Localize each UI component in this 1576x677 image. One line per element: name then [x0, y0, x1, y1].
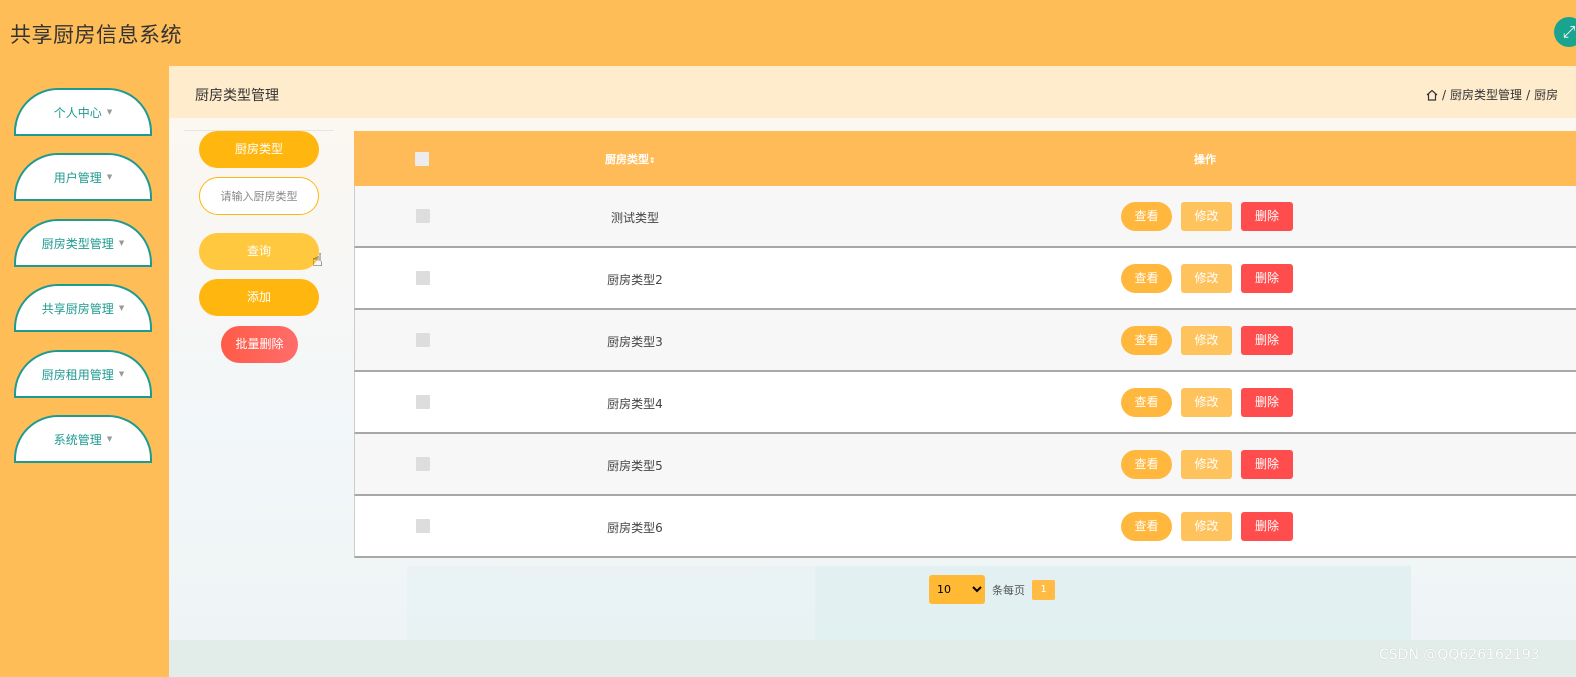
table-row: 厨房类型2 查看 修改 删除 [354, 248, 1576, 310]
column-header-kitchen-type[interactable]: 厨房类型⇕ [605, 151, 656, 167]
row-checkbox[interactable] [416, 271, 430, 285]
kitchen-type-search-input[interactable] [199, 177, 319, 215]
sort-icon[interactable]: ⇕ [649, 156, 656, 165]
view-button[interactable]: 查看 [1121, 202, 1172, 231]
kitchen-type-cell: 测试类型 [610, 211, 659, 225]
edit-button[interactable]: 修改 [1181, 512, 1232, 541]
table-row: 测试类型 查看 修改 删除 [354, 186, 1576, 248]
view-button[interactable]: 查看 [1121, 326, 1172, 355]
row-checkbox[interactable] [416, 457, 430, 471]
background-illustration [815, 566, 1411, 640]
sidebar-item-shared-kitchen-management[interactable]: 共享厨房管理 ▼ [14, 284, 152, 332]
watermark: CSDN @QQ626162193 [1379, 647, 1540, 663]
kitchen-type-table: 厨房类型⇕ 操作 测试类型 查看 修改 删除 厨房类型2 查看 修改 删除 厨房… [354, 131, 1576, 558]
add-button[interactable]: 添加 [199, 279, 319, 316]
table-header: 厨房类型⇕ 操作 [354, 131, 1576, 186]
table-row: 厨房类型6 查看 修改 删除 [354, 496, 1576, 558]
delete-button[interactable]: 删除 [1241, 264, 1293, 293]
sidebar-item-label: 个人中心 [53, 105, 102, 120]
edit-button[interactable]: 修改 [1181, 202, 1232, 231]
batch-delete-button[interactable]: 批量删除 [221, 326, 298, 363]
caret-down-icon: ▼ [106, 108, 113, 116]
sidebar-item-label: 厨房类型管理 [41, 236, 114, 251]
sidebar-item-kitchen-type-management[interactable]: 厨房类型管理 ▼ [14, 219, 152, 267]
table-row: 厨房类型5 查看 修改 删除 [354, 434, 1576, 496]
column-header-label: 厨房类型 [605, 153, 649, 166]
sidebar-item-label: 共享厨房管理 [41, 301, 114, 316]
view-button[interactable]: 查看 [1121, 512, 1172, 541]
delete-button[interactable]: 删除 [1241, 202, 1293, 231]
page-size-select[interactable]: 10 [929, 575, 985, 604]
caret-down-icon: ▼ [106, 173, 113, 181]
sidebar-item-kitchen-rental-management[interactable]: 厨房租用管理 ▼ [14, 350, 152, 398]
kitchen-type-cell: 厨房类型3 [607, 335, 663, 349]
caret-down-icon: ▼ [106, 435, 113, 443]
footer-strip [169, 640, 1576, 677]
per-page-label: 条每页 [992, 583, 1025, 597]
sidebar-item-label: 系统管理 [53, 432, 102, 447]
kitchen-type-cell: 厨房类型5 [607, 459, 663, 473]
sidebar: 个人中心 ▼ 用户管理 ▼ 厨房类型管理 ▼ 共享厨房管理 ▼ 厨房租用管理 ▼ 系统管理… [0, 66, 169, 677]
breadcrumb-separator: / [1442, 87, 1447, 102]
page-title: 厨房类型管理 [195, 88, 279, 104]
delete-button[interactable]: 删除 [1241, 450, 1293, 479]
page-header: 厨房类型管理 / 厨房类型管理 / 厨房 [169, 66, 1576, 118]
caret-down-icon: ▼ [118, 239, 125, 247]
row-checkbox[interactable] [416, 519, 430, 533]
breadcrumb-item[interactable]: 厨房类型管理 [1450, 86, 1522, 103]
edit-button[interactable]: 修改 [1181, 326, 1232, 355]
caret-down-icon: ▼ [118, 304, 125, 312]
kitchen-type-cell: 厨房类型4 [607, 397, 663, 411]
kitchen-type-cell: 厨房类型6 [607, 521, 663, 535]
row-checkbox[interactable] [416, 395, 430, 409]
page-number-button[interactable]: 1 [1032, 579, 1055, 600]
pagination: 10 条每页 1 [929, 575, 1055, 604]
kitchen-type-label: 厨房类型 [199, 131, 319, 168]
sidebar-item-system-management[interactable]: 系统管理 ▼ [14, 415, 152, 463]
app-title: 共享厨房信息系统 [10, 23, 182, 47]
breadcrumb-separator: / [1526, 87, 1531, 102]
background-illustration-left [407, 566, 815, 640]
view-button[interactable]: 查看 [1121, 450, 1172, 479]
home-icon[interactable] [1426, 89, 1438, 101]
query-button[interactable]: 查询 [199, 233, 319, 270]
delete-button[interactable]: 删除 [1241, 512, 1293, 541]
edit-button[interactable]: 修改 [1181, 388, 1232, 417]
caret-down-icon: ▼ [118, 370, 125, 378]
sidebar-item-user-management[interactable]: 用户管理 ▼ [14, 153, 152, 201]
row-checkbox[interactable] [416, 333, 430, 347]
delete-button[interactable]: 删除 [1241, 326, 1293, 355]
view-button[interactable]: 查看 [1121, 264, 1172, 293]
fullscreen-icon[interactable]: ⤢ [1554, 17, 1576, 47]
view-button[interactable]: 查看 [1121, 388, 1172, 417]
sidebar-item-label: 厨房租用管理 [41, 367, 114, 382]
row-checkbox[interactable] [416, 209, 430, 223]
breadcrumb: / 厨房类型管理 / 厨房 [1426, 86, 1558, 103]
sidebar-item-personal-center[interactable]: 个人中心 ▼ [14, 88, 152, 136]
delete-button[interactable]: 删除 [1241, 388, 1293, 417]
hand-cursor-icon: ☝ [312, 250, 323, 271]
edit-button[interactable]: 修改 [1181, 450, 1232, 479]
edit-button[interactable]: 修改 [1181, 264, 1232, 293]
kitchen-type-cell: 厨房类型2 [607, 273, 663, 287]
column-header-operations: 操作 [1194, 153, 1216, 166]
select-all-checkbox[interactable] [415, 152, 429, 166]
sidebar-item-label: 用户管理 [53, 170, 102, 185]
table-row: 厨房类型4 查看 修改 删除 [354, 372, 1576, 434]
main-content: 厨房类型管理 / 厨房类型管理 / 厨房 厨房类型 查询 添加 批量删除 ☝ 厨… [169, 66, 1576, 640]
table-row: 厨房类型3 查看 修改 删除 [354, 310, 1576, 372]
top-bar: 共享厨房信息系统 ⤢ [0, 0, 1576, 66]
breadcrumb-item[interactable]: 厨房 [1534, 86, 1558, 103]
